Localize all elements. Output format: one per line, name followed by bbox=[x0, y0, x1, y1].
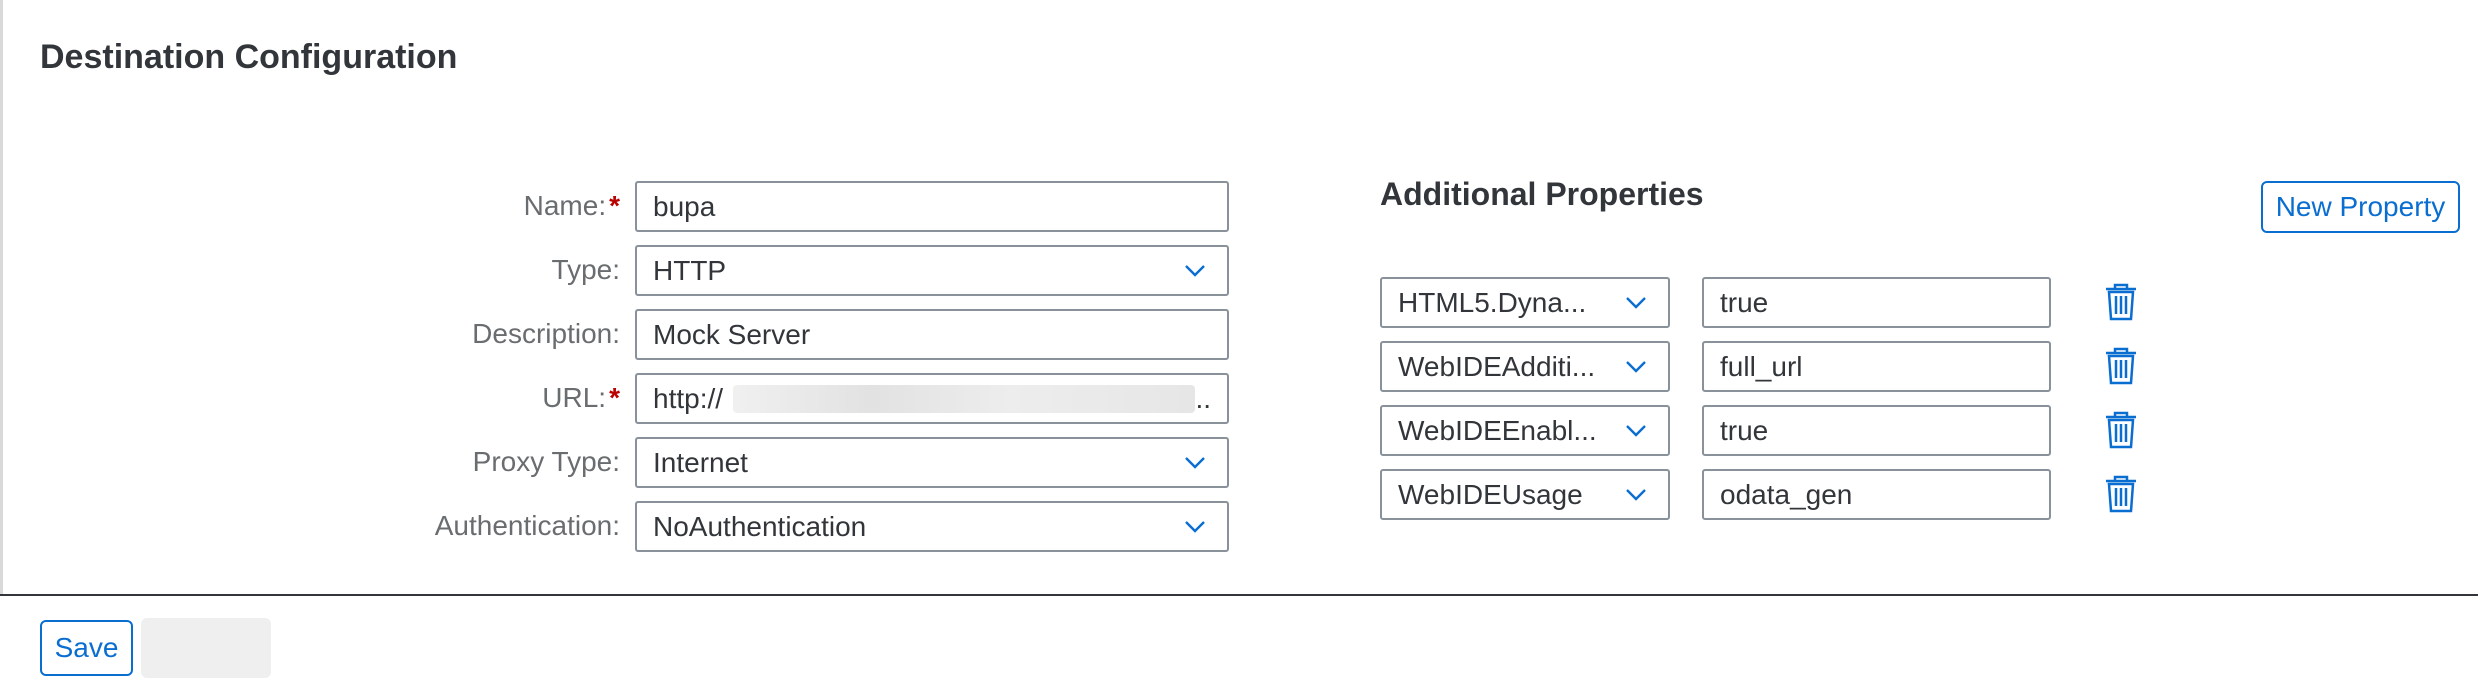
property-key-value: HTML5.Dyna... bbox=[1398, 287, 1587, 318]
url-value: http:// bbox=[653, 383, 724, 414]
property-key-value: WebIDEUsage bbox=[1398, 479, 1583, 510]
property-value-input[interactable]: true bbox=[1702, 277, 2051, 328]
type-select[interactable]: HTTP bbox=[635, 245, 1229, 296]
authentication-select[interactable]: NoAuthentication bbox=[635, 501, 1229, 552]
page-left-border bbox=[0, 0, 3, 594]
property-key-value: WebIDEEnabl... bbox=[1398, 415, 1597, 446]
description-input[interactable]: Mock Server bbox=[635, 309, 1229, 360]
trash-icon[interactable] bbox=[2104, 347, 2138, 385]
chevron-down-icon bbox=[1185, 457, 1205, 469]
proxy-type-select[interactable]: Internet bbox=[635, 437, 1229, 488]
chevron-down-icon bbox=[1626, 297, 1646, 309]
trash-icon[interactable] bbox=[2104, 283, 2138, 321]
footer-divider bbox=[0, 594, 2478, 596]
chevron-down-icon bbox=[1626, 489, 1646, 501]
chevron-down-icon bbox=[1626, 425, 1646, 437]
property-value: true bbox=[1720, 287, 1769, 318]
chevron-down-icon bbox=[1185, 521, 1205, 533]
property-key-value: WebIDEAdditi... bbox=[1398, 351, 1596, 382]
required-marker: * bbox=[609, 190, 620, 221]
url-label: URL: * bbox=[542, 382, 620, 413]
property-value: true bbox=[1720, 415, 1769, 446]
new-property-button[interactable]: New Property bbox=[2261, 181, 2460, 233]
save-button[interactable]: Save bbox=[40, 620, 133, 676]
trash-icon[interactable] bbox=[2104, 411, 2138, 449]
required-marker: * bbox=[609, 382, 620, 413]
property-value: full_url bbox=[1720, 351, 1803, 382]
property-value: odata_gen bbox=[1720, 479, 1853, 510]
page-title: Destination Configuration bbox=[40, 38, 458, 76]
trash-icon[interactable] bbox=[2104, 475, 2138, 513]
property-value-input[interactable]: odata_gen bbox=[1702, 469, 2051, 520]
property-value-input[interactable]: full_url bbox=[1702, 341, 2051, 392]
description-value: Mock Server bbox=[653, 319, 811, 350]
property-key-select[interactable]: WebIDEAdditi... bbox=[1380, 341, 1670, 392]
url-redacted-region bbox=[733, 385, 1195, 413]
name-value: bupa bbox=[653, 191, 716, 222]
name-input[interactable]: bupa bbox=[635, 181, 1229, 232]
property-key-select[interactable]: WebIDEUsage bbox=[1380, 469, 1670, 520]
url-ellipsis: .. bbox=[1195, 383, 1211, 414]
proxy-type-label: Proxy Type: bbox=[472, 446, 620, 477]
url-input[interactable]: http:// .. bbox=[635, 373, 1229, 424]
property-key-select[interactable]: WebIDEEnabl... bbox=[1380, 405, 1670, 456]
type-label: Type: bbox=[551, 254, 620, 285]
type-value: HTTP bbox=[653, 255, 727, 286]
chevron-down-icon bbox=[1185, 265, 1205, 277]
description-label: Description: bbox=[472, 318, 620, 349]
property-key-select[interactable]: HTML5.Dyna... bbox=[1380, 277, 1670, 328]
authentication-value: NoAuthentication bbox=[653, 511, 867, 542]
name-label: Name: * bbox=[523, 190, 620, 221]
proxy-type-value: Internet bbox=[653, 447, 748, 478]
authentication-label: Authentication: bbox=[434, 510, 620, 541]
chevron-down-icon bbox=[1626, 361, 1646, 373]
property-value-input[interactable]: true bbox=[1702, 405, 2051, 456]
additional-properties-title: Additional Properties bbox=[1380, 176, 1704, 212]
redacted-button bbox=[141, 618, 271, 678]
